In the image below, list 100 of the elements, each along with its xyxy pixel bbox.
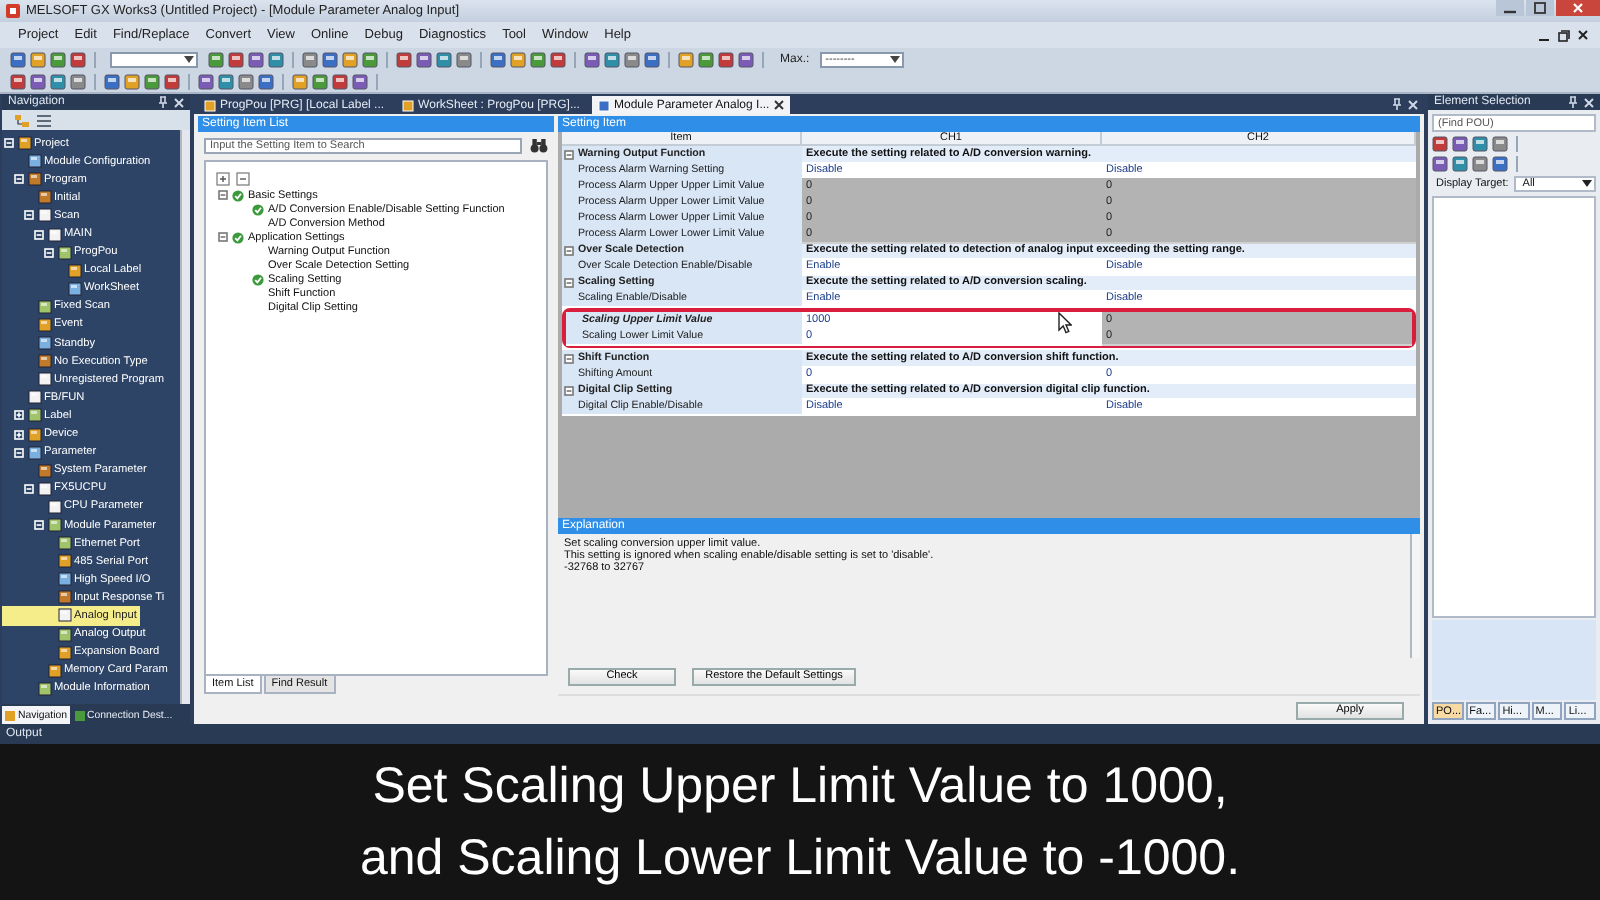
- item-icon: [17, 136, 31, 151]
- scrollbar[interactable]: [1410, 534, 1420, 658]
- tool-icon[interactable]: [70, 51, 86, 67]
- tree-view-icon[interactable]: [14, 113, 30, 127]
- tool-icon[interactable]: [456, 51, 472, 67]
- tool-icon[interactable]: [1432, 135, 1448, 151]
- pin-icon[interactable]: [1392, 98, 1402, 110]
- tool-icon[interactable]: [678, 51, 694, 67]
- tool-icon[interactable]: [510, 51, 526, 67]
- collapse-toggle[interactable]: [564, 149, 574, 159]
- tool-icon[interactable]: [550, 51, 566, 67]
- expand-toggle[interactable]: [14, 429, 24, 440]
- tool-icon[interactable]: [342, 51, 358, 67]
- minimize-button[interactable]: [1496, 0, 1524, 16]
- tool-icon[interactable]: [10, 73, 26, 89]
- tool-icon[interactable]: [218, 73, 234, 89]
- maximize-button[interactable]: [1526, 0, 1554, 16]
- tool-icon[interactable]: [1432, 155, 1448, 171]
- tool-icon[interactable]: [718, 51, 734, 67]
- document-icon: [204, 99, 216, 111]
- binoculars-icon[interactable]: [530, 138, 548, 154]
- tool-icon[interactable]: [332, 73, 348, 89]
- tool-icon[interactable]: [144, 73, 160, 89]
- item-icon: [57, 554, 71, 569]
- item-icon: [27, 408, 41, 423]
- expand-toggle[interactable]: [14, 410, 24, 421]
- tool-icon[interactable]: [644, 51, 660, 67]
- tool-icon[interactable]: [30, 51, 46, 67]
- close-button[interactable]: [1556, 0, 1600, 16]
- tool-icon[interactable]: [1452, 135, 1468, 151]
- tool-icon[interactable]: [50, 51, 66, 67]
- tool-icon[interactable]: [258, 73, 274, 89]
- collapse-toggle[interactable]: [564, 277, 574, 287]
- dropdown-arrow-icon[interactable]: [1582, 180, 1592, 188]
- tool-icon[interactable]: [1492, 155, 1508, 171]
- tool-icon[interactable]: [530, 51, 546, 67]
- restore-icon[interactable]: [1558, 29, 1570, 41]
- tool-icon[interactable]: [624, 51, 640, 67]
- tool-icon[interactable]: [352, 73, 368, 89]
- item-icon: [37, 317, 51, 332]
- item-icon: [67, 281, 81, 296]
- tool-icon[interactable]: [312, 73, 328, 89]
- tool-icon[interactable]: [104, 73, 120, 89]
- item-icon: [27, 154, 41, 169]
- tool-icon[interactable]: [268, 51, 284, 67]
- caption-text: Set Scaling Upper Limit Value to 1000,: [372, 756, 1228, 818]
- tool-icon[interactable]: [490, 51, 506, 67]
- tool-icon[interactable]: [584, 51, 600, 67]
- tool-icon[interactable]: [1472, 155, 1488, 171]
- item-icon: [27, 172, 41, 187]
- item-icon: [47, 663, 61, 678]
- collapse-toggle[interactable]: [564, 353, 574, 363]
- collapse-all-icon[interactable]: [236, 171, 250, 185]
- tool-icon[interactable]: [362, 51, 378, 67]
- combo-box[interactable]: [110, 51, 198, 67]
- collapse-toggle[interactable]: [218, 232, 228, 242]
- list-view-icon[interactable]: [36, 113, 52, 127]
- tool-icon[interactable]: [396, 51, 412, 67]
- item-icon: [37, 299, 51, 314]
- tool-icon[interactable]: [1472, 135, 1488, 151]
- pin-icon[interactable]: [158, 96, 168, 108]
- tool-icon[interactable]: [436, 51, 452, 67]
- tool-icon[interactable]: [208, 51, 224, 67]
- tool-icon[interactable]: [1492, 135, 1508, 151]
- tool-icon[interactable]: [124, 73, 140, 89]
- tool-icon[interactable]: [30, 73, 46, 89]
- tool-icon[interactable]: [322, 51, 338, 67]
- dropdown-arrow-icon[interactable]: [184, 55, 194, 63]
- tool-icon[interactable]: [70, 73, 86, 89]
- tool-icon[interactable]: [698, 51, 714, 67]
- item-icon: [37, 190, 51, 205]
- item-icon: [57, 608, 71, 623]
- tool-icon[interactable]: [1452, 155, 1468, 171]
- collapse-toggle[interactable]: [218, 190, 228, 200]
- tool-icon[interactable]: [228, 51, 244, 67]
- scrollbar[interactable]: [180, 130, 190, 704]
- pin-icon[interactable]: [1568, 96, 1578, 108]
- item-icon: [47, 499, 61, 514]
- item-icon: [57, 645, 71, 660]
- tool-icon[interactable]: [604, 51, 620, 67]
- tool-icon[interactable]: [416, 51, 432, 67]
- collapse-toggle[interactable]: [564, 245, 574, 255]
- item-icon: [37, 481, 51, 496]
- close-icon[interactable]: [1578, 30, 1588, 40]
- expand-all-icon[interactable]: [216, 171, 230, 185]
- dropdown-arrow-icon[interactable]: [889, 55, 900, 63]
- tool-icon[interactable]: [292, 73, 308, 89]
- tool-icon[interactable]: [738, 51, 754, 67]
- tool-icon[interactable]: [198, 73, 214, 89]
- tool-icon[interactable]: [50, 73, 66, 89]
- tool-icon[interactable]: [302, 51, 318, 67]
- item-icon: [37, 208, 51, 223]
- tool-icon[interactable]: [10, 51, 26, 67]
- collapse-toggle[interactable]: [564, 385, 574, 395]
- tool-icon[interactable]: [238, 73, 254, 89]
- tool-icon[interactable]: [164, 73, 180, 89]
- item-icon: [37, 336, 51, 351]
- close-icon[interactable]: [773, 100, 784, 110]
- tool-icon[interactable]: [248, 51, 264, 67]
- document-icon: [402, 99, 415, 111]
